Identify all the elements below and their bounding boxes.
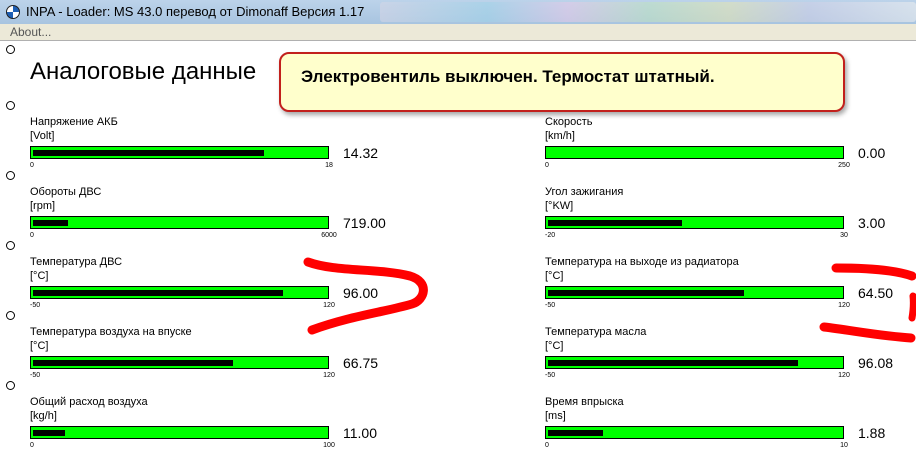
gauge-engine-rpm: Обороты ДВС [rpm] 0 6000 719.00 [30, 186, 410, 246]
gauge-min: -50 [30, 372, 41, 379]
gauge-bar [30, 216, 329, 229]
gauge-max: 6000 [321, 232, 337, 239]
gauge-bar [545, 216, 844, 229]
gauge-bar [30, 286, 329, 299]
gauge-unit: [°KW] [545, 200, 574, 212]
gauge-max: 250 [838, 162, 850, 169]
selector-radio[interactable] [6, 311, 15, 320]
gauge-label: Время впрыска [545, 396, 624, 408]
gauge-bar [545, 356, 844, 369]
menu-about[interactable]: About... [10, 25, 51, 39]
gauge-bar [30, 426, 329, 439]
gauge-fill [33, 290, 283, 296]
gauge-unit: [°C] [545, 270, 564, 282]
bmw-logo-icon [6, 5, 20, 19]
gauge-min: -50 [545, 372, 556, 379]
gauge-min: -20 [545, 232, 556, 239]
gauge-fill [548, 290, 744, 296]
selector-radio[interactable] [6, 45, 15, 54]
gauge-min: 0 [545, 442, 549, 449]
gauge-label: Температура ДВС [30, 256, 123, 268]
gauge-radiator-outlet-temperature: Температура на выходе из радиатора [°C] … [545, 256, 916, 316]
gauge-label: Температура на выходе из радиатора [545, 256, 739, 268]
gauge-battery-voltage: Напряжение АКБ [Volt] 0 18 14.32 [30, 116, 410, 176]
gauge-bar [30, 146, 329, 159]
gauge-bar [30, 356, 329, 369]
window-title: INPA - Loader: MS 43.0 перевод от Dimona… [26, 4, 365, 19]
title-bar: INPA - Loader: MS 43.0 перевод от Dimona… [0, 0, 916, 24]
gauge-min: 0 [30, 442, 34, 449]
selector-radio[interactable] [6, 101, 15, 110]
gauge-value: 719.00 [343, 215, 386, 231]
gauge-label: Напряжение АКБ [30, 116, 118, 128]
gauge-air-mass-flow: Общий расход воздуха [kg/h] 0 100 11.00 [30, 396, 410, 456]
gauge-label: Температура масла [545, 326, 647, 338]
gauge-value: 3.00 [858, 215, 886, 231]
status-popup: Электровентиль выключен. Термостат штатн… [279, 52, 845, 112]
gauge-fill [33, 430, 65, 436]
gauge-max: 100 [323, 442, 335, 449]
gauge-unit: [°C] [545, 340, 564, 352]
gauge-min: 0 [545, 162, 549, 169]
gauge-max: 10 [840, 442, 848, 449]
gauge-bar [545, 426, 844, 439]
selector-radio[interactable] [6, 241, 15, 250]
gauge-oil-temperature: Температура масла [°C] -50 120 96.08 [545, 326, 916, 386]
gauge-fill [548, 360, 798, 366]
gauge-value: 1.88 [858, 425, 886, 441]
gauge-intake-air-temperature: Температура воздуха на впуске [°C] -50 1… [30, 326, 410, 386]
gauge-unit: [Volt] [30, 130, 55, 142]
gauge-fill [548, 220, 682, 226]
gauge-max: 120 [323, 302, 335, 309]
gauge-label: Скорость [545, 116, 593, 128]
gauge-max: 120 [838, 372, 850, 379]
selector-radio[interactable] [6, 171, 15, 180]
gauge-unit: [ms] [545, 410, 566, 422]
gauge-min: 0 [30, 162, 34, 169]
gauge-unit: [°C] [30, 270, 49, 282]
gauge-fill [33, 220, 68, 226]
gauge-min: 0 [30, 232, 34, 239]
popup-message: Электровентиль выключен. Термостат штатн… [301, 67, 715, 86]
gauge-value: 64.50 [858, 285, 894, 301]
gauge-label: Обороты ДВС [30, 186, 102, 198]
gauge-max: 120 [323, 372, 335, 379]
gauge-label: Температура воздуха на впуске [30, 326, 192, 338]
gauge-unit: [km/h] [545, 130, 575, 142]
selector-radio[interactable] [6, 381, 15, 390]
gauge-speed: Скорость [km/h] 0 250 0.00 [545, 116, 916, 176]
gauge-unit: [rpm] [30, 200, 56, 212]
gauge-value: 0.00 [858, 145, 886, 161]
gauge-ignition-angle: Угол зажигания [°KW] -20 30 3.00 [545, 186, 916, 246]
gauge-value: 96.00 [343, 285, 379, 301]
gauge-fill [33, 150, 264, 156]
gauge-max: 18 [325, 162, 333, 169]
gauge-value: 66.75 [343, 355, 379, 371]
gauge-unit: [°C] [30, 340, 49, 352]
gauge-fill [33, 360, 233, 366]
gauge-label: Общий расход воздуха [30, 396, 148, 408]
gauge-unit: [kg/h] [30, 410, 57, 422]
page-title: Аналоговые данные [30, 58, 257, 85]
gauge-value: 96.08 [858, 355, 894, 371]
gauge-label: Угол зажигания [545, 186, 624, 198]
gauge-min: -50 [545, 302, 556, 309]
gauge-value: 11.00 [343, 425, 377, 441]
gauge-value: 14.32 [343, 145, 379, 161]
gauge-injection-time: Время впрыска [ms] 0 10 1.88 [545, 396, 916, 456]
gauge-min: -50 [30, 302, 41, 309]
gauge-fill [548, 430, 603, 436]
gauge-bar [545, 286, 844, 299]
gauge-bar [545, 146, 844, 159]
gauge-max: 30 [840, 232, 848, 239]
gauge-max: 120 [838, 302, 850, 309]
menu-bar: About... [0, 24, 916, 41]
desktop-background-strip [380, 2, 916, 22]
gauge-engine-temperature: Температура ДВС [°C] -50 120 96.00 [30, 256, 410, 316]
